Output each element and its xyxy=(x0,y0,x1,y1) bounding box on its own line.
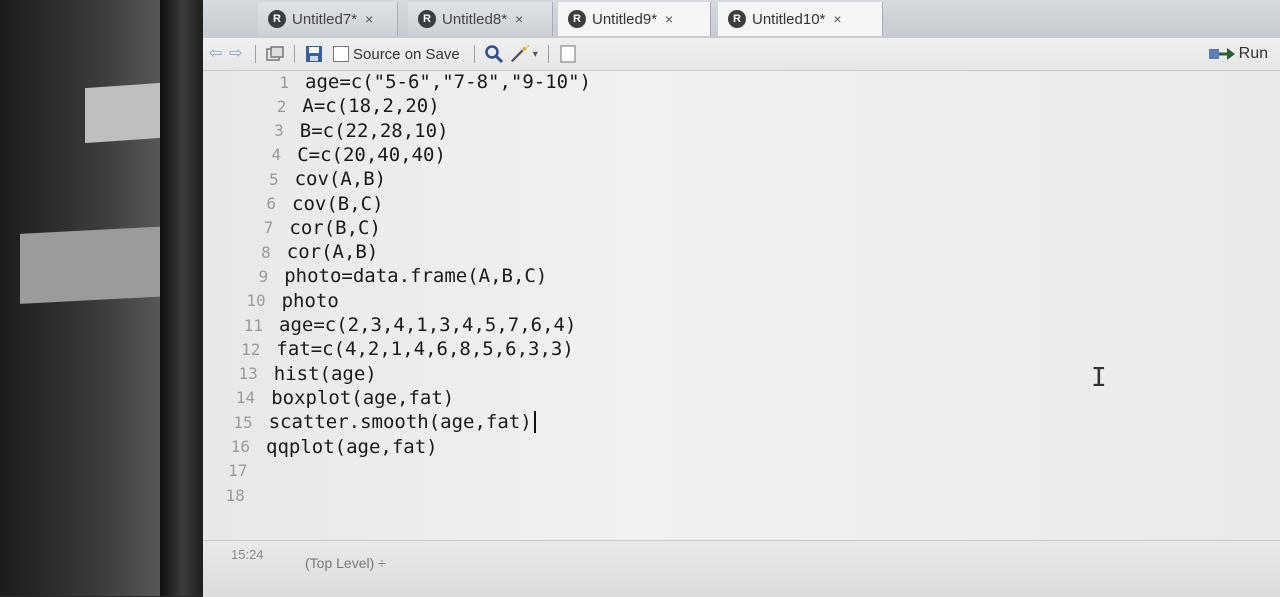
code-line[interactable]: 14 boxplot(age,fat) xyxy=(221,386,454,410)
source-on-save-label: Source on Save xyxy=(353,45,460,63)
code-text: fat=c(4,2,1,4,6,8,5,6,3,3) xyxy=(276,338,574,361)
toolbar-separator xyxy=(255,45,256,63)
line-number: 2 xyxy=(276,96,287,116)
code-line[interactable]: 8 cor(A,B) xyxy=(237,240,379,264)
line-number: 9 xyxy=(258,266,269,286)
code-text: A=c(18,2,20) xyxy=(302,95,440,118)
code-text: cov(A,B) xyxy=(294,168,387,191)
r-file-icon: R xyxy=(728,10,746,28)
status-bar: 15:24 (Top Level) ÷ xyxy=(203,540,1280,597)
code-line[interactable]: 6 cov(B,C) xyxy=(242,192,384,216)
search-icon[interactable] xyxy=(484,44,504,64)
code-line[interactable]: 10 photo xyxy=(232,289,339,313)
tab-untitled8[interactable]: R Untitled8* × xyxy=(408,2,553,36)
close-icon[interactable]: × xyxy=(365,11,373,27)
code-line[interactable]: 12 fat=c(4,2,1,4,6,8,5,6,3,3) xyxy=(226,337,574,361)
code-editor[interactable]: 1 age=c("5-6","7-8","9-10") 2 A=c(18,2,20) 3… xyxy=(203,70,1280,540)
line-number: 8 xyxy=(261,242,271,262)
line-number: 13 xyxy=(238,364,258,384)
close-icon[interactable]: × xyxy=(665,11,673,27)
tab-untitled7[interactable]: R Untitled7* × xyxy=(258,2,398,36)
line-number: 5 xyxy=(268,169,279,189)
code-line[interactable]: 13 hist(age) xyxy=(224,362,377,386)
code-tools-wand-icon[interactable] xyxy=(510,44,530,64)
line-number: 15 xyxy=(233,412,253,432)
line-number: 14 xyxy=(235,388,256,408)
line-number: 17 xyxy=(228,461,248,481)
code-line[interactable]: 9 photo=data.frame(A,B,C) xyxy=(234,264,548,288)
code-text: age=c(2,3,4,1,3,4,5,7,6,4) xyxy=(279,314,577,336)
code-line[interactable]: 2 A=c(18,2,20) xyxy=(252,94,440,118)
line-number: 3 xyxy=(274,121,284,141)
line-number: 12 xyxy=(241,339,261,359)
line-number: 16 xyxy=(230,437,250,456)
tab-untitled10[interactable]: R Untitled10* × xyxy=(718,2,883,36)
tab-bar: R Untitled7* × R Untitled8* × R Untitled… xyxy=(203,0,1280,39)
rstudio-source-pane: R Untitled7* × R Untitled8* × R Untitled… xyxy=(203,0,1280,597)
back-arrow-icon[interactable]: ⇦ xyxy=(209,46,229,62)
code-line[interactable]: 16 qqplot(age,fat) xyxy=(216,435,438,459)
code-line[interactable]: 7 cor(B,C) xyxy=(239,216,381,240)
toolbar-separator xyxy=(294,45,295,63)
close-icon[interactable]: × xyxy=(833,11,841,27)
show-in-window-icon[interactable] xyxy=(265,44,285,64)
close-icon[interactable]: × xyxy=(515,11,523,27)
tab-label: Untitled10* xyxy=(752,10,826,28)
code-line[interactable]: 4 C=c(20,40,40) xyxy=(247,143,446,167)
save-icon[interactable] xyxy=(304,44,324,64)
r-file-icon: R xyxy=(568,10,586,28)
code-line[interactable]: 5 cov(A,B) xyxy=(245,167,387,191)
r-file-icon: R xyxy=(268,10,286,28)
code-text: qqplot(age,fat) xyxy=(266,435,438,458)
editor-toolbar: ⇦ ⇨ Source on Save ▾ Run xyxy=(203,38,1280,71)
line-number: 6 xyxy=(266,194,276,213)
compile-report-icon[interactable] xyxy=(558,44,578,64)
code-line[interactable]: 3 B=c(22,28,10) xyxy=(250,119,449,143)
code-text: scatter.smooth(age,fat) xyxy=(268,411,532,434)
code-text: age=c("5-6","7-8","9-10") xyxy=(305,71,591,93)
run-button[interactable]: Run xyxy=(1208,42,1268,66)
mouse-ibeam-cursor-icon: I xyxy=(1091,363,1107,393)
tab-label: Untitled7* xyxy=(292,10,358,28)
code-text: C=c(20,40,40) xyxy=(297,143,446,166)
toolbar-separator xyxy=(473,45,475,63)
scope-selector[interactable]: (Top Level) ÷ xyxy=(305,555,386,571)
code-text: boxplot(age,fat) xyxy=(271,386,455,409)
code-line[interactable]: 18 xyxy=(211,483,261,507)
r-file-icon: R xyxy=(418,10,436,28)
code-text: B=c(22,28,10) xyxy=(299,119,449,142)
line-number: 1 xyxy=(279,72,289,92)
code-line[interactable]: 11 age=c(2,3,4,1,3,4,5,7,6,4) xyxy=(229,313,577,337)
toolbar-separator xyxy=(547,45,549,63)
code-line[interactable]: 17 xyxy=(213,459,263,483)
text-caret xyxy=(533,411,536,434)
line-number: 7 xyxy=(263,218,274,238)
code-text: photo=data.frame(A,B,C) xyxy=(284,265,548,288)
screen-edge xyxy=(160,0,205,596)
code-line[interactable]: 1 age=c("5-6","7-8","9-10") xyxy=(255,70,591,94)
background-object xyxy=(20,226,170,304)
line-number: 10 xyxy=(246,291,266,311)
line-number: 11 xyxy=(243,315,263,335)
run-label: Run xyxy=(1238,45,1268,62)
line-number: 4 xyxy=(271,145,282,165)
tab-label: Untitled8* xyxy=(442,10,508,28)
run-arrow-icon xyxy=(1208,48,1235,60)
line-number: 18 xyxy=(225,485,245,505)
cursor-position: 15:24 xyxy=(231,547,264,562)
code-text: cov(B,C) xyxy=(292,192,384,215)
code-text: hist(age) xyxy=(273,362,377,385)
code-text: photo xyxy=(281,289,339,312)
code-text: cor(A,B) xyxy=(286,241,379,264)
chevron-down-icon[interactable]: ▾ xyxy=(533,49,538,60)
tab-label: Untitled9* xyxy=(592,10,658,28)
forward-arrow-icon[interactable]: ⇨ xyxy=(229,46,249,62)
code-text: cor(B,C) xyxy=(289,216,381,239)
code-line[interactable]: 15 scatter.smooth(age,fat) xyxy=(219,410,536,434)
source-on-save-checkbox[interactable] xyxy=(333,46,349,62)
tab-untitled9[interactable]: R Untitled9* × xyxy=(558,2,711,36)
